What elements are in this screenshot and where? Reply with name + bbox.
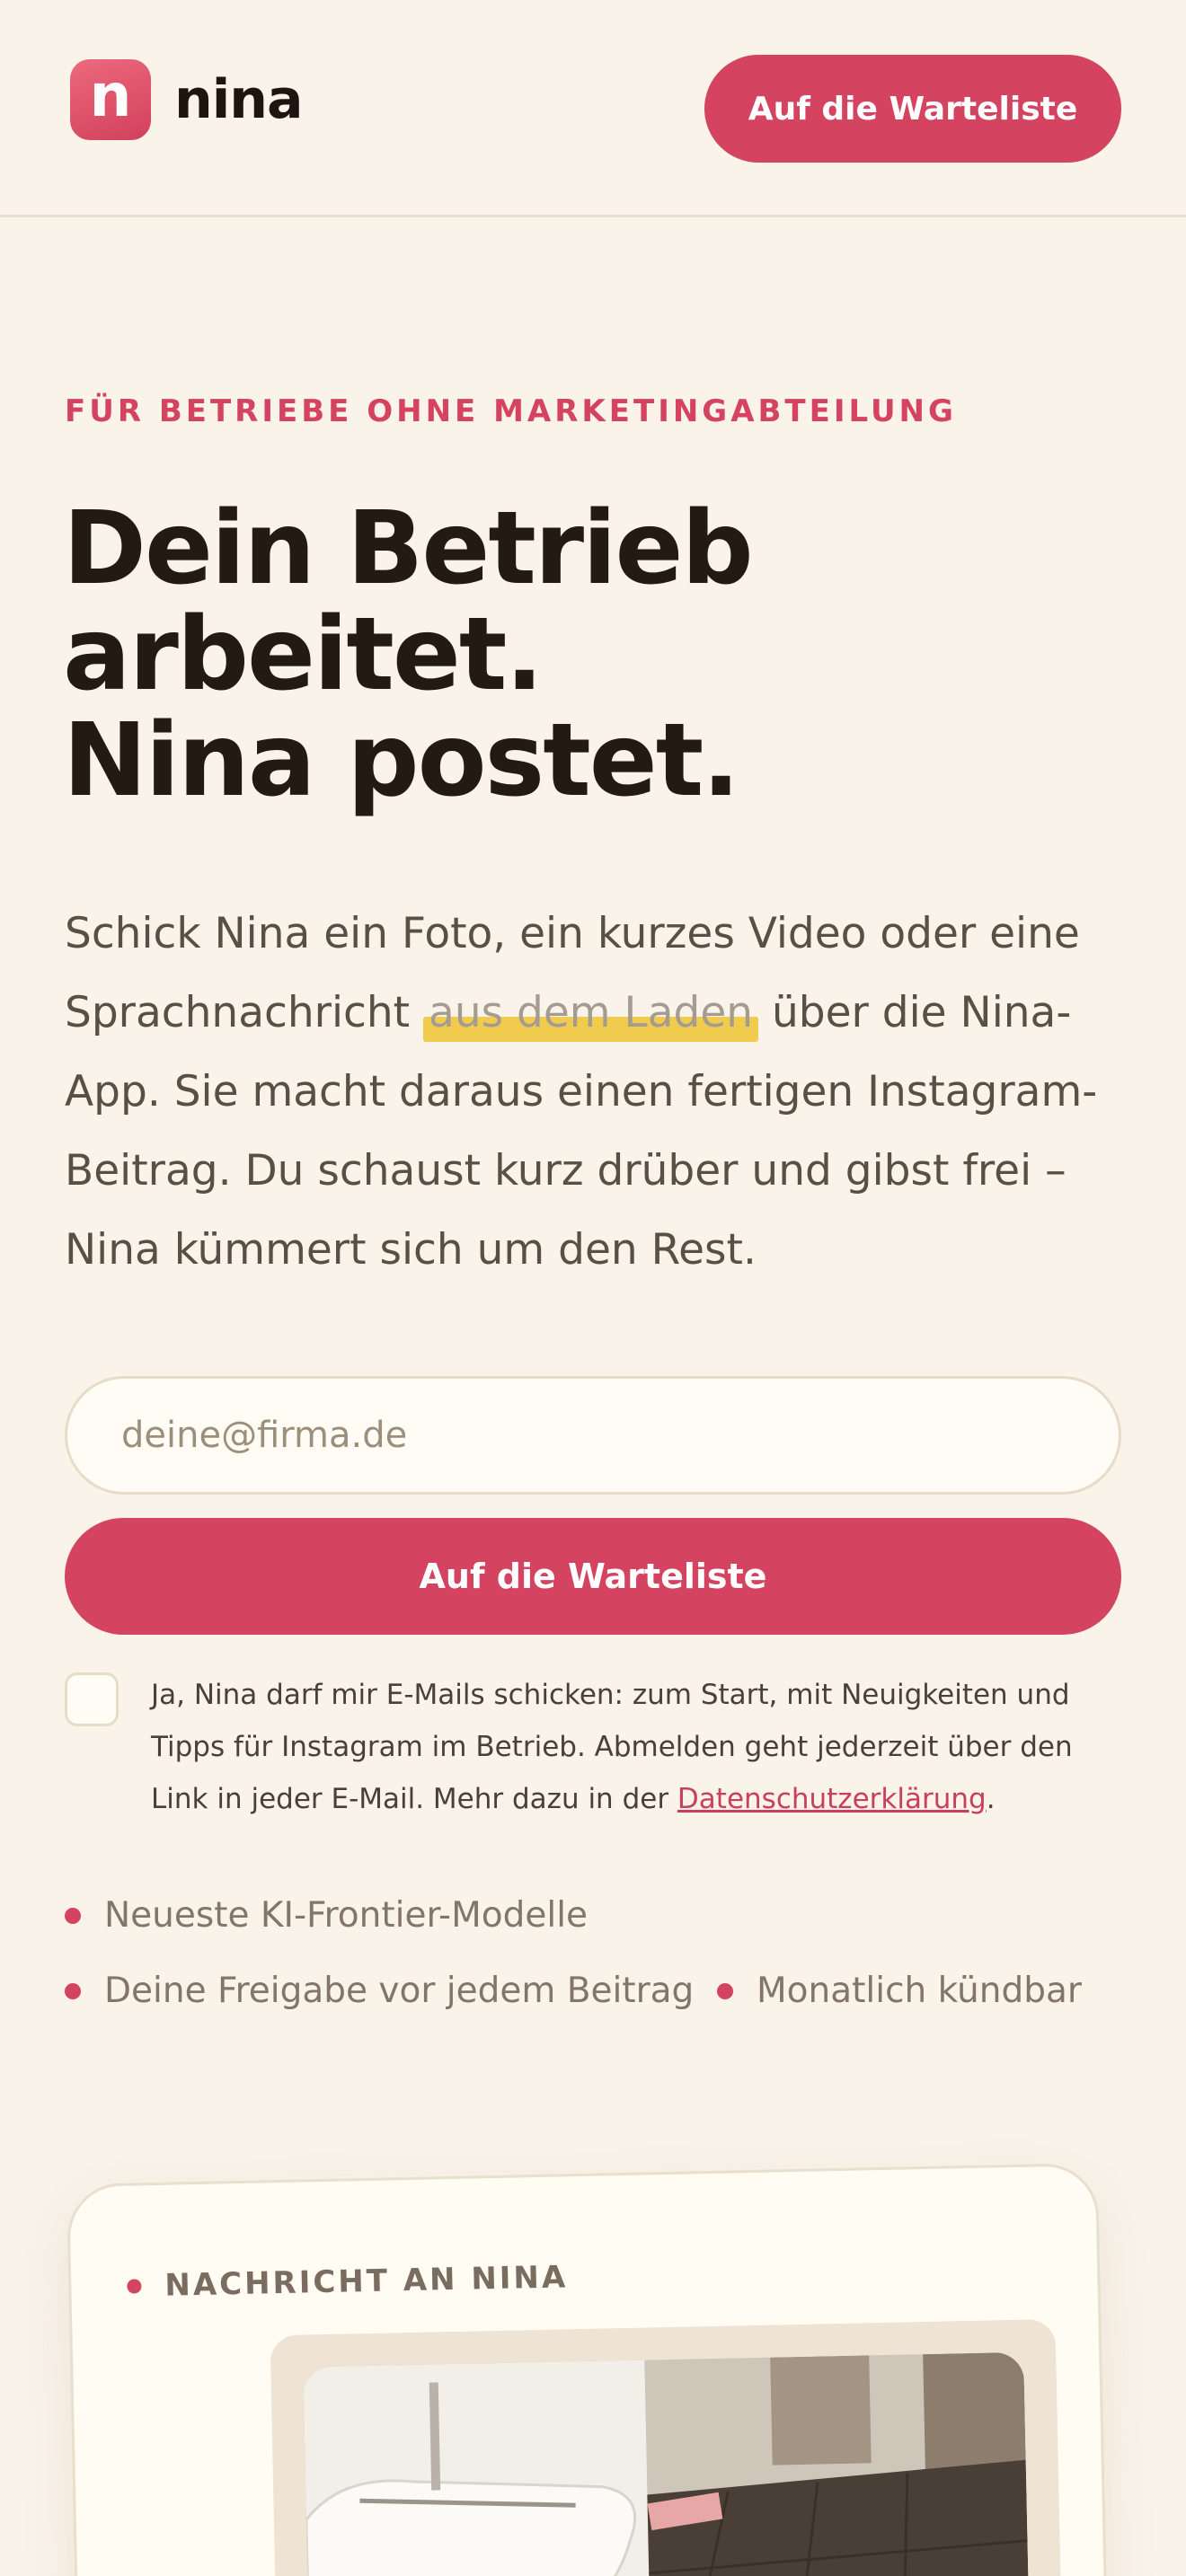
logo[interactable]: n nina (70, 59, 303, 140)
bullet-dot-icon (65, 1982, 81, 1999)
feature-item: Monatlich kündbar (717, 1971, 1082, 2011)
message-preview-card: NACHRICHT AN NINA (66, 2162, 1108, 2576)
privacy-policy-link[interactable]: Datenschutzerklärung (677, 1783, 987, 1815)
consent-label: Ja, Nina darf mir E-Mails schicken: zum … (151, 1669, 1130, 1825)
logo-wordmark: nina (174, 68, 303, 131)
card-label-text: NACHRICHT AN NINA (164, 2259, 569, 2304)
card-label: NACHRICHT AN NINA (127, 2259, 569, 2304)
consent-end: . (986, 1783, 996, 1815)
bathroom-photo-illustration (303, 2351, 1031, 2576)
hero-headline: Dein Betrieb arbeitet. Nina postet. (63, 496, 1051, 814)
bullet-dot-icon (717, 1982, 733, 1999)
header-waitlist-button[interactable]: Auf die Warteliste (704, 55, 1121, 163)
feature-label: Deine Freigabe vor jedem Beitrag (104, 1971, 695, 2011)
photo-frame (270, 2318, 1063, 2576)
logo-mark-icon: n (70, 59, 151, 140)
feature-label: Neueste KI-Frontier-Modelle (104, 1895, 589, 1936)
feature-label: Monatlich kündbar (757, 1971, 1082, 2011)
headline-line-2: arbeitet. (63, 596, 544, 713)
consent-checkbox[interactable] (65, 1672, 119, 1726)
logo-letter: n (89, 61, 132, 130)
status-dot-icon (127, 2279, 142, 2294)
hero-eyebrow: FÜR BETRIEBE OHNE MARKETINGABTEILUNG (65, 393, 957, 429)
waitlist-submit-button[interactable]: Auf die Warteliste (65, 1518, 1121, 1635)
headline-line-1: Dein Betrieb (63, 490, 754, 607)
email-field[interactable] (65, 1376, 1121, 1495)
bathroom-photo (303, 2351, 1031, 2576)
hero-description: Schick Nina ein Foto, ein kurzes Video o… (65, 895, 1143, 1290)
bullet-dot-icon (65, 1907, 81, 1924)
lede-highlight: aus dem Laden (423, 974, 759, 1053)
feature-item: Deine Freigabe vor jedem Beitrag (65, 1971, 694, 2011)
feature-item: Neueste KI-Frontier-Modelle (65, 1895, 588, 1936)
site-header: n nina Auf die Warteliste (0, 0, 1186, 217)
headline-line-3: Nina postet. (63, 702, 740, 819)
